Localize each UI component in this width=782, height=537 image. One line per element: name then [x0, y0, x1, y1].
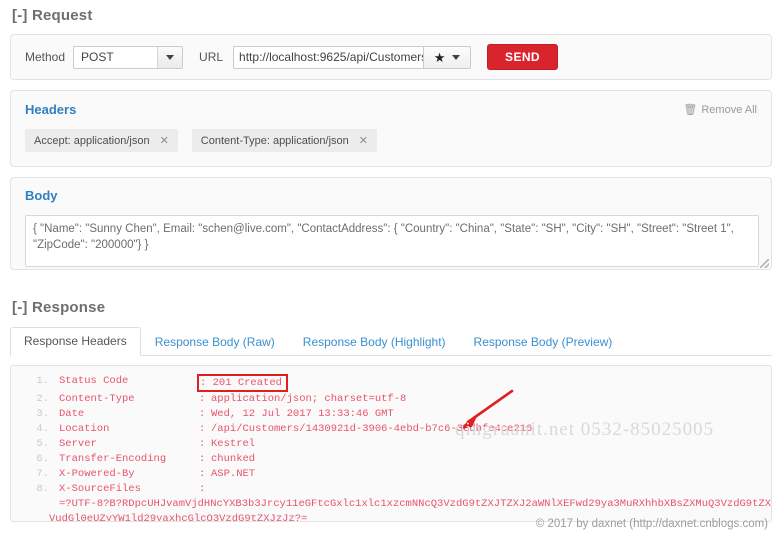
response-section-title[interactable]: [-] Response — [12, 300, 105, 315]
line-number: 2. — [11, 392, 59, 407]
trash-icon: 🗑 — [683, 103, 697, 116]
body-panel: Body { "Name": "Sunny Chen", Email: "sch… — [10, 177, 772, 270]
header-chip[interactable]: Accept: application/json ✕ — [25, 129, 178, 152]
header-name: Date — [59, 407, 199, 422]
headers-panel: Headers 🗑 Remove All Accept: application… — [10, 90, 772, 167]
line-number: 3. — [11, 407, 59, 422]
header-value: chunked — [211, 452, 255, 467]
response-headers-output: 1. Status Code : 201 Created 2. Content-… — [10, 365, 772, 522]
method-select[interactable]: POST — [73, 46, 183, 69]
line-number: 6. — [11, 452, 59, 467]
header-separator: : — [199, 437, 211, 452]
remove-all-button[interactable]: 🗑 Remove All — [683, 103, 757, 116]
tab-response-body-preview[interactable]: Response Body (Preview) — [460, 328, 627, 356]
header-value: Kestrel — [211, 437, 255, 452]
header-separator: : — [199, 467, 211, 482]
url-label: URL — [199, 50, 223, 64]
body-panel-title: Body — [25, 188, 757, 203]
tab-response-headers[interactable]: Response Headers — [10, 327, 141, 356]
header-value: application/json; charset=utf-8 — [211, 392, 406, 407]
url-group: http://localhost:9625/api/Customers ★ — [233, 46, 471, 69]
response-tabs: Response Headers Response Body (Raw) Res… — [10, 328, 772, 356]
response-header-row: 7. X-Powered-By : ASP.NET — [11, 467, 771, 482]
header-name: X-Powered-By — [59, 467, 199, 482]
header-value: 201 Created — [213, 377, 282, 389]
star-icon[interactable]: ★ — [434, 51, 446, 64]
header-separator: : — [199, 392, 211, 407]
header-name: Status Code — [59, 374, 199, 392]
header-separator: : — [199, 482, 211, 497]
close-icon[interactable]: ✕ — [160, 134, 169, 147]
line-number: 7. — [11, 467, 59, 482]
status-code-highlight: : 201 Created — [197, 374, 288, 392]
site-watermark: qingruanit.net 0532-85025005 — [455, 419, 714, 441]
tab-response-body-raw[interactable]: Response Body (Raw) — [141, 328, 289, 356]
header-separator: : — [200, 377, 206, 389]
line-number: 8. — [11, 482, 59, 497]
page-root: [-] Request Method POST URL http://local… — [0, 0, 782, 537]
send-button[interactable]: SEND — [487, 44, 558, 70]
request-bar: Method POST URL http://localhost:9625/ap… — [10, 34, 772, 80]
sourcefiles-wrapped-line-1: =?UTF-8?B?RDpcUHJvamVjdHNcYXB3b3Jrcy11eG… — [11, 497, 771, 512]
header-name: Transfer-Encoding — [59, 452, 199, 467]
header-separator: : — [199, 452, 211, 467]
response-header-row: 8. X-SourceFiles : — [11, 482, 771, 497]
header-chip-label: Accept: application/json — [34, 135, 150, 147]
url-input[interactable]: http://localhost:9625/api/Customers — [233, 46, 423, 69]
header-name: Server — [59, 437, 199, 452]
header-name: X-SourceFiles — [59, 482, 199, 497]
response-header-row: 6. Transfer-Encoding : chunked — [11, 452, 771, 467]
header-chip-list: Accept: application/json ✕ Content-Type:… — [25, 129, 757, 152]
method-label: Method — [25, 50, 65, 64]
headers-panel-title: Headers — [25, 102, 757, 117]
header-value: ASP.NET — [211, 467, 255, 482]
method-select-value: POST — [74, 50, 157, 64]
resize-handle[interactable] — [760, 259, 769, 268]
body-input[interactable]: { "Name": "Sunny Chen", Email: "schen@li… — [25, 215, 759, 267]
header-chip[interactable]: Content-Type: application/json ✕ — [192, 129, 377, 152]
remove-all-label: Remove All — [701, 104, 757, 116]
close-icon[interactable]: ✕ — [359, 134, 368, 147]
response-header-row: 2. Content-Type : application/json; char… — [11, 392, 771, 407]
request-section-title[interactable]: [-] Request — [12, 8, 93, 23]
response-header-row: 1. Status Code : 201 Created — [11, 374, 771, 392]
line-number: 4. — [11, 422, 59, 437]
header-separator: : — [199, 407, 211, 422]
chevron-down-icon[interactable] — [452, 55, 460, 60]
copyright-notice: © 2017 by daxnet (http://daxnet.cnblogs.… — [536, 518, 768, 530]
line-number: 1. — [11, 374, 59, 392]
header-name: Location — [59, 422, 199, 437]
header-chip-label: Content-Type: application/json — [201, 135, 349, 147]
chevron-down-icon[interactable] — [157, 47, 182, 68]
line-number: 5. — [11, 437, 59, 452]
header-separator: : — [199, 422, 211, 437]
header-value: Wed, 12 Jul 2017 13:33:46 GMT — [211, 407, 394, 422]
tab-response-body-highlight[interactable]: Response Body (Highlight) — [289, 328, 460, 356]
header-name: Content-Type — [59, 392, 199, 407]
url-actions[interactable]: ★ — [423, 46, 471, 69]
